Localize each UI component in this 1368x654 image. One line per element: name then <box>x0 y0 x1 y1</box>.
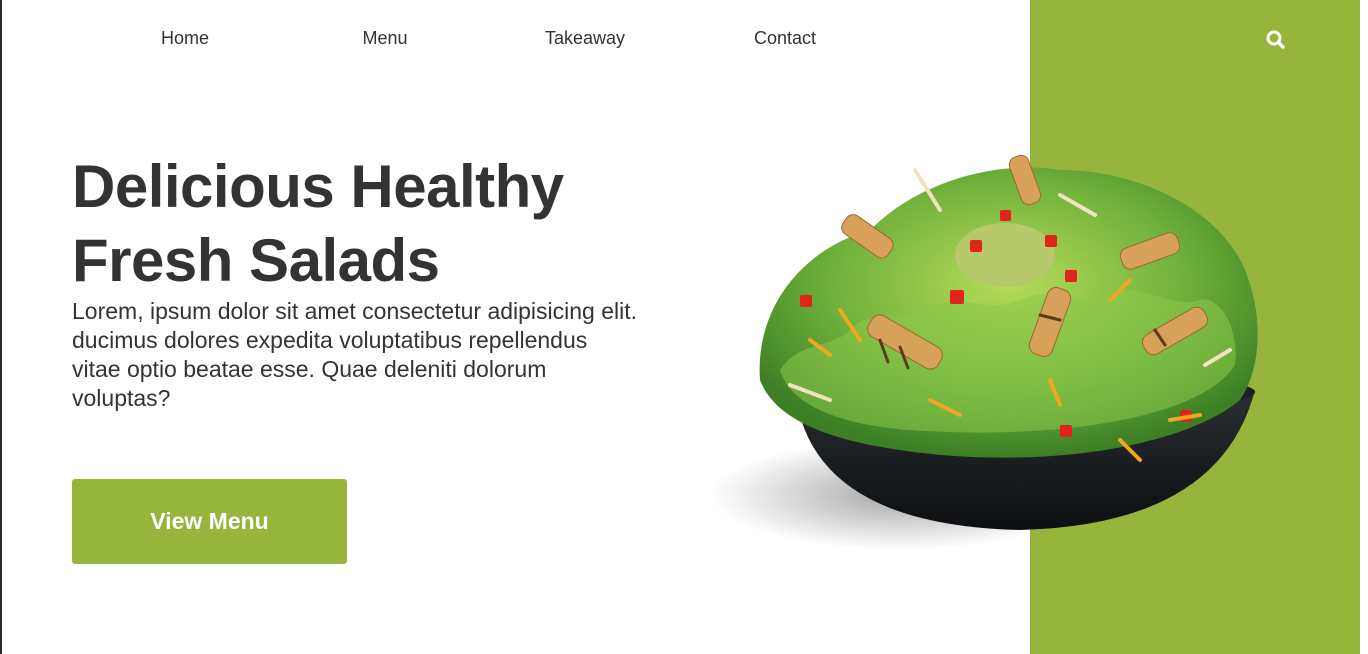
hero-title-line2: Fresh Salads <box>72 227 440 294</box>
search-button[interactable] <box>1263 27 1289 53</box>
nav-link-home[interactable]: Home <box>161 28 209 49</box>
nav-link-contact[interactable]: Contact <box>754 28 816 49</box>
view-menu-button[interactable]: View Menu <box>72 479 347 564</box>
hero-title: Delicious Healthy Fresh Salads <box>72 150 672 298</box>
nav-link-menu[interactable]: Menu <box>362 28 407 49</box>
page-left-border <box>0 0 2 654</box>
search-icon <box>1266 30 1285 49</box>
salad-bowl-image <box>710 154 1258 550</box>
page-right-edge <box>1360 0 1368 654</box>
hero-description: Lorem, ipsum dolor sit amet consectetur … <box>72 298 638 411</box>
hero-title-line1: Delicious Healthy <box>72 153 564 220</box>
nav-link-takeaway[interactable]: Takeaway <box>545 28 625 49</box>
